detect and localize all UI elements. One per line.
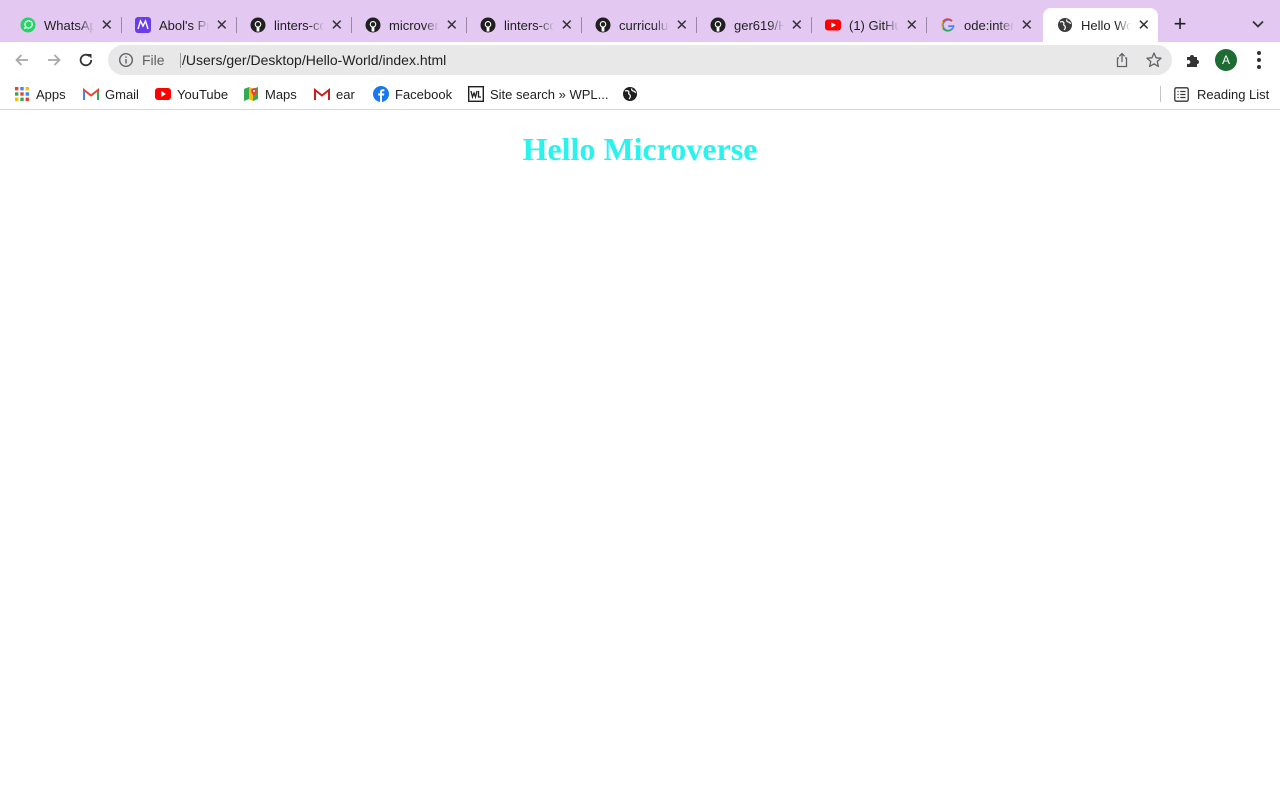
- bookmark-apps[interactable]: Apps: [14, 85, 66, 103]
- close-tab-icon[interactable]: ✕: [903, 16, 920, 34]
- tab-title: linters-co: [504, 17, 555, 33]
- browser-menu-icon[interactable]: [1250, 50, 1268, 70]
- tab-title: WhatsApp: [44, 17, 95, 33]
- share-icon[interactable]: [1114, 52, 1130, 68]
- reading-list-label: Reading List: [1197, 86, 1270, 102]
- bookmark-label: Apps: [36, 86, 66, 102]
- tab-hello-world-active[interactable]: Hello Wo ✕: [1043, 8, 1158, 42]
- bookmark-ear[interactable]: ear: [314, 85, 355, 103]
- tab-microverse[interactable]: microverse ✕: [351, 8, 467, 42]
- page-heading: Hello Microverse: [522, 131, 758, 167]
- bookmark-label: YouTube: [177, 86, 229, 102]
- omnibox-divider: [180, 53, 181, 68]
- youtube-icon: [825, 17, 841, 33]
- bookmark-globe[interactable]: [622, 85, 644, 103]
- globe-icon: [1057, 17, 1073, 33]
- close-tab-icon[interactable]: ✕: [1018, 16, 1035, 34]
- bookmarks-bar: Apps Gmail YouTube Maps ear Facebook Sit…: [0, 78, 1280, 110]
- url-text[interactable]: /Users/ger/Desktop/Hello-World/index.htm…: [182, 52, 446, 68]
- page-viewport: Hello Microverse: [0, 111, 1280, 800]
- address-bar[interactable]: File /Users/ger/Desktop/Hello-World/inde…: [108, 45, 1172, 75]
- apps-grid-icon: [14, 86, 30, 102]
- url-scheme-label: File: [142, 52, 165, 68]
- reading-list-button[interactable]: Reading List: [1160, 85, 1269, 103]
- facebook-icon: [373, 86, 389, 102]
- tab-whatsapp[interactable]: WhatsApp ✕: [6, 8, 122, 42]
- forward-button[interactable]: [42, 48, 66, 72]
- youtube-icon: [155, 86, 171, 102]
- bookmark-label: ear: [336, 86, 355, 102]
- bookmark-facebook[interactable]: Facebook: [373, 85, 452, 103]
- wpl-icon: [468, 86, 484, 102]
- close-tab-icon[interactable]: ✕: [328, 16, 345, 34]
- close-tab-icon[interactable]: ✕: [98, 16, 115, 34]
- globe-icon: [622, 86, 638, 102]
- tab-curriculum[interactable]: curriculum ✕: [581, 8, 697, 42]
- close-tab-icon[interactable]: ✕: [788, 16, 805, 34]
- google-icon: [940, 17, 956, 33]
- close-tab-icon[interactable]: ✕: [1135, 16, 1152, 34]
- browser-toolbar: File /Users/ger/Desktop/Hello-World/inde…: [0, 42, 1280, 78]
- github-icon: [595, 17, 611, 33]
- tab-title: curriculum: [619, 17, 669, 33]
- gmail-icon: [314, 86, 330, 102]
- tab-title: ode:inter: [964, 17, 1015, 33]
- github-icon: [710, 17, 726, 33]
- bookmark-site-search-wpl[interactable]: Site search » WPL...: [468, 85, 609, 103]
- tab-title: Abol's Pr: [159, 17, 210, 33]
- bookmarks-divider: [1160, 86, 1161, 102]
- maps-icon: [243, 86, 259, 102]
- tab-title: microverse: [389, 17, 439, 33]
- bookmark-label: Maps: [265, 86, 297, 102]
- tab-title: linters-co: [274, 17, 325, 33]
- bookmark-label: Facebook: [395, 86, 453, 102]
- tab-linters-2[interactable]: linters-co ✕: [466, 8, 582, 42]
- abol-icon: [135, 17, 151, 33]
- bookmark-maps[interactable]: Maps: [243, 85, 297, 103]
- gmail-icon: [83, 86, 99, 102]
- extensions-puzzle-icon[interactable]: [1184, 51, 1202, 69]
- tab-google[interactable]: ode:inter ✕: [926, 8, 1041, 42]
- close-tab-icon[interactable]: ✕: [213, 16, 230, 34]
- tab-strip: WhatsApp ✕ Abol's Pr ✕ linters-co ✕ micr…: [0, 0, 1280, 42]
- reload-button[interactable]: [74, 48, 98, 72]
- bookmark-label: Gmail: [105, 86, 139, 102]
- tab-title: (1) GitHu: [849, 17, 900, 33]
- bookmark-gmail[interactable]: Gmail: [83, 85, 139, 103]
- reading-list-icon: [1173, 86, 1189, 102]
- github-icon: [365, 17, 381, 33]
- tab-title: ger619/H: [734, 17, 785, 33]
- profile-avatar[interactable]: A: [1215, 49, 1237, 71]
- close-tab-icon[interactable]: ✕: [673, 16, 690, 34]
- site-info-icon[interactable]: [118, 52, 134, 68]
- tab-search-chevron-icon[interactable]: [1248, 14, 1268, 34]
- tab-title: Hello Wo: [1081, 17, 1132, 33]
- bookmark-label: Site search » WPL...: [490, 86, 609, 102]
- whatsapp-icon: [20, 17, 36, 33]
- new-tab-button[interactable]: +: [1168, 11, 1192, 36]
- close-tab-icon[interactable]: ✕: [443, 16, 460, 34]
- close-tab-icon[interactable]: ✕: [558, 16, 575, 34]
- bookmark-star-icon[interactable]: [1145, 51, 1163, 69]
- back-button[interactable]: [10, 48, 34, 72]
- bookmark-youtube[interactable]: YouTube: [155, 85, 228, 103]
- tab-linters-1[interactable]: linters-co ✕: [236, 8, 352, 42]
- github-icon: [250, 17, 266, 33]
- tab-ger619[interactable]: ger619/H ✕: [696, 8, 812, 42]
- github-icon: [480, 17, 496, 33]
- tab-abol[interactable]: Abol's Pr ✕: [121, 8, 237, 42]
- tab-youtube[interactable]: (1) GitHu ✕: [811, 8, 927, 42]
